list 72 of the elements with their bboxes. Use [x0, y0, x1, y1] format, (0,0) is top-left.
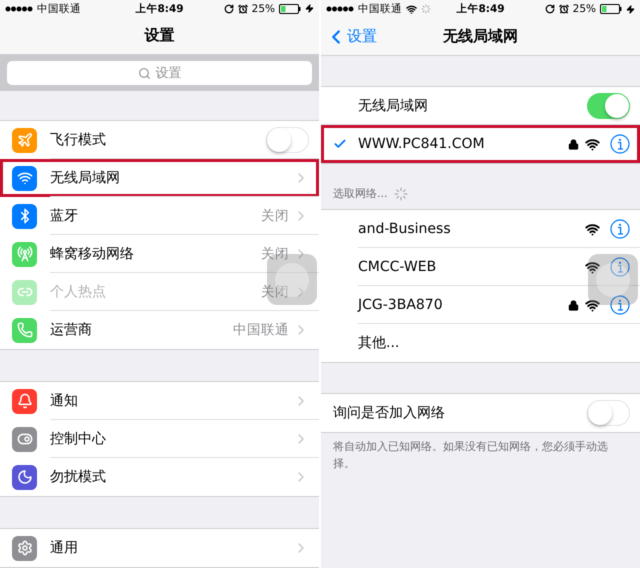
network-name: CMCC-WEB: [358, 259, 438, 275]
carrier-name: 中国联通: [358, 2, 402, 16]
battery-percent: 25%: [252, 2, 275, 15]
charging-icon: [305, 4, 314, 14]
battery-percent: 25%: [572, 3, 596, 15]
row-label: 蜂窝移动网络: [50, 245, 135, 263]
status-time: 上午8:49: [456, 2, 505, 16]
wifi-icon: [12, 166, 37, 190]
page-title: 无线局域网: [443, 27, 518, 46]
battery-icon: [600, 4, 622, 14]
search-placeholder: 设置: [156, 65, 182, 82]
battery-icon: [279, 4, 301, 14]
link-icon: [12, 280, 37, 304]
switches-icon: [12, 426, 37, 452]
network-name: JCG-3BA870: [358, 297, 444, 313]
network-name: and-Business: [358, 221, 452, 237]
moon-icon: [12, 464, 37, 490]
airplane-icon: [12, 128, 37, 152]
settings-icon: [12, 536, 37, 560]
carrier-name: 中国联通: [37, 2, 81, 16]
row-label: 无线局域网: [358, 97, 429, 115]
info-icon[interactable]: [610, 219, 630, 239]
toggle-switch[interactable]: [266, 127, 309, 153]
row-value: 关闭: [261, 207, 289, 225]
wifi-signal-icon: [585, 298, 600, 312]
wifi-icon: [406, 4, 417, 14]
row-label: 通知: [50, 392, 79, 410]
antenna-icon: [12, 242, 37, 266]
back-button[interactable]: 设置: [325, 18, 377, 55]
row-label: 无线局域网: [50, 169, 121, 187]
row-label: 个人热点: [50, 283, 107, 301]
bluetooth-icon: [12, 204, 37, 228]
info-icon[interactable]: [610, 134, 630, 154]
wifi-signal-icon: [585, 136, 600, 152]
settings-row[interactable]: 无线局域网: [0, 159, 319, 197]
rotation-lock-icon: [224, 4, 234, 14]
wifi-signal-icon: [585, 222, 600, 236]
row-label: 蓝牙: [50, 207, 79, 225]
bell-icon: [12, 388, 37, 414]
section-header: 选取网络...: [333, 186, 388, 201]
phone-icon: [12, 318, 37, 342]
row-label: 其他...: [358, 334, 400, 352]
page-title: 设置: [144, 26, 174, 46]
network-name: WWW.PC841.COM: [358, 136, 486, 152]
wifi-signal-icon: [585, 260, 600, 274]
footnote-text: 将自动加入已知网络。如果没有已知网络，您必须手动选择。: [333, 439, 609, 472]
alarm-icon: [558, 4, 569, 14]
checkmark-icon: [333, 137, 347, 151]
spinner-icon: [394, 187, 408, 201]
row-label: 飞行模式: [50, 131, 107, 149]
signal-icon: [5, 6, 33, 12]
status-time: 上午8:49: [135, 2, 184, 16]
info-icon[interactable]: [610, 295, 630, 315]
signal-icon: [326, 6, 354, 12]
rotation-lock-icon: [544, 4, 555, 14]
network-row[interactable]: WWW.PC841.COM: [321, 125, 640, 163]
row-label: 通用: [50, 539, 79, 557]
info-icon[interactable]: [610, 257, 630, 277]
row-label: 运营商: [50, 321, 93, 339]
row-label: 勿扰模式: [50, 468, 107, 486]
row-value: 中国联通: [233, 321, 289, 339]
toggle-switch[interactable]: [587, 400, 630, 426]
spinner-icon: [421, 4, 431, 14]
assistive-touch-button[interactable]: [588, 254, 638, 305]
toggle-switch[interactable]: [587, 93, 630, 119]
search-icon: [138, 66, 150, 80]
row-value: 关闭: [261, 283, 289, 301]
row-label: 询问是否加入网络: [333, 404, 446, 422]
alarm-icon: [238, 4, 248, 14]
row-value: 关闭: [261, 245, 289, 263]
charging-icon: [626, 4, 635, 14]
row-label: 控制中心: [50, 430, 107, 448]
